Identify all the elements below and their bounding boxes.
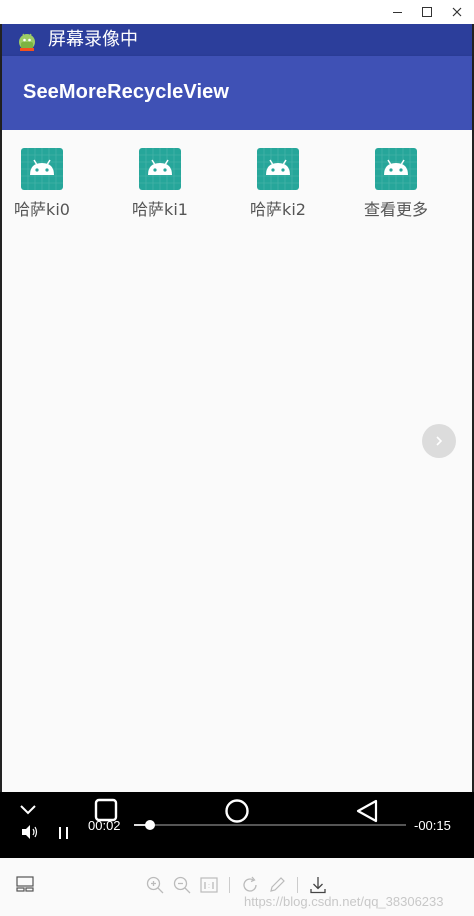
viewer-toolbar: https://blog.csdn.net/qq_38306233 — [0, 858, 474, 916]
nav-home-icon[interactable] — [224, 798, 250, 824]
android-launcher-icon — [21, 148, 63, 190]
maximize-icon — [422, 7, 432, 17]
app-bar: SeeMoreRecycleView — [2, 56, 472, 130]
close-icon — [452, 7, 462, 17]
zoom-out-icon[interactable] — [173, 876, 191, 894]
download-icon[interactable] — [309, 876, 327, 894]
grid-item-0[interactable]: 哈萨ki0 — [2, 148, 82, 220]
window-titlebar — [0, 0, 474, 24]
zoom-in-icon[interactable] — [146, 876, 164, 894]
android-launcher-icon — [375, 148, 417, 190]
app-title: SeeMoreRecycleView — [23, 81, 229, 103]
progress-thumb[interactable] — [145, 820, 156, 830]
grid-item-label: 哈萨ki1 — [132, 200, 188, 219]
close-button[interactable] — [442, 0, 472, 24]
video-player-bar: 00:02 -00:15 — [0, 792, 474, 858]
recycler-view: 哈萨ki0 哈萨ki1 哈萨ki2 查看更多 — [2, 130, 472, 816]
status-bar: 屏幕录像中 — [2, 24, 472, 56]
see-more-item[interactable]: 查看更多 — [356, 148, 436, 220]
android-launcher-icon — [257, 148, 299, 190]
grid-item-2[interactable]: 哈萨ki2 — [238, 148, 318, 220]
see-more-label: 查看更多 — [363, 200, 428, 219]
minimize-icon — [392, 11, 402, 13]
phone-screen: 屏幕录像中 SeeMoreRecycleView 哈萨ki0 哈萨ki1 哈萨k… — [0, 24, 474, 874]
volume-icon[interactable] — [20, 824, 40, 840]
maximize-button[interactable] — [412, 0, 442, 24]
elapsed-time: 00:02 — [88, 818, 121, 833]
android-launcher-icon — [139, 148, 181, 190]
remaining-time: -00:15 — [414, 818, 451, 833]
edit-icon[interactable] — [268, 876, 286, 894]
toolbar-divider — [297, 877, 298, 893]
minimize-button[interactable] — [382, 0, 412, 24]
nav-collapse-icon — [20, 805, 36, 815]
watermark: https://blog.csdn.net/qq_38306233 — [244, 894, 444, 909]
toolbar-divider — [229, 877, 230, 893]
android-icon — [19, 33, 35, 51]
grid-item-label: 哈萨ki2 — [250, 200, 306, 219]
recording-status-text: 屏幕录像中 — [48, 29, 138, 50]
pause-icon[interactable] — [58, 826, 70, 840]
next-button[interactable] — [422, 424, 456, 458]
chevron-right-icon — [436, 436, 443, 446]
layout-icon[interactable] — [16, 876, 34, 892]
progress-bar[interactable] — [134, 820, 406, 830]
rotate-icon[interactable] — [241, 876, 259, 894]
nav-back-icon[interactable] — [354, 798, 380, 824]
grid-item-1[interactable]: 哈萨ki1 — [120, 148, 200, 220]
actual-size-icon[interactable] — [200, 876, 218, 894]
grid-item-label: 哈萨ki0 — [14, 200, 70, 219]
